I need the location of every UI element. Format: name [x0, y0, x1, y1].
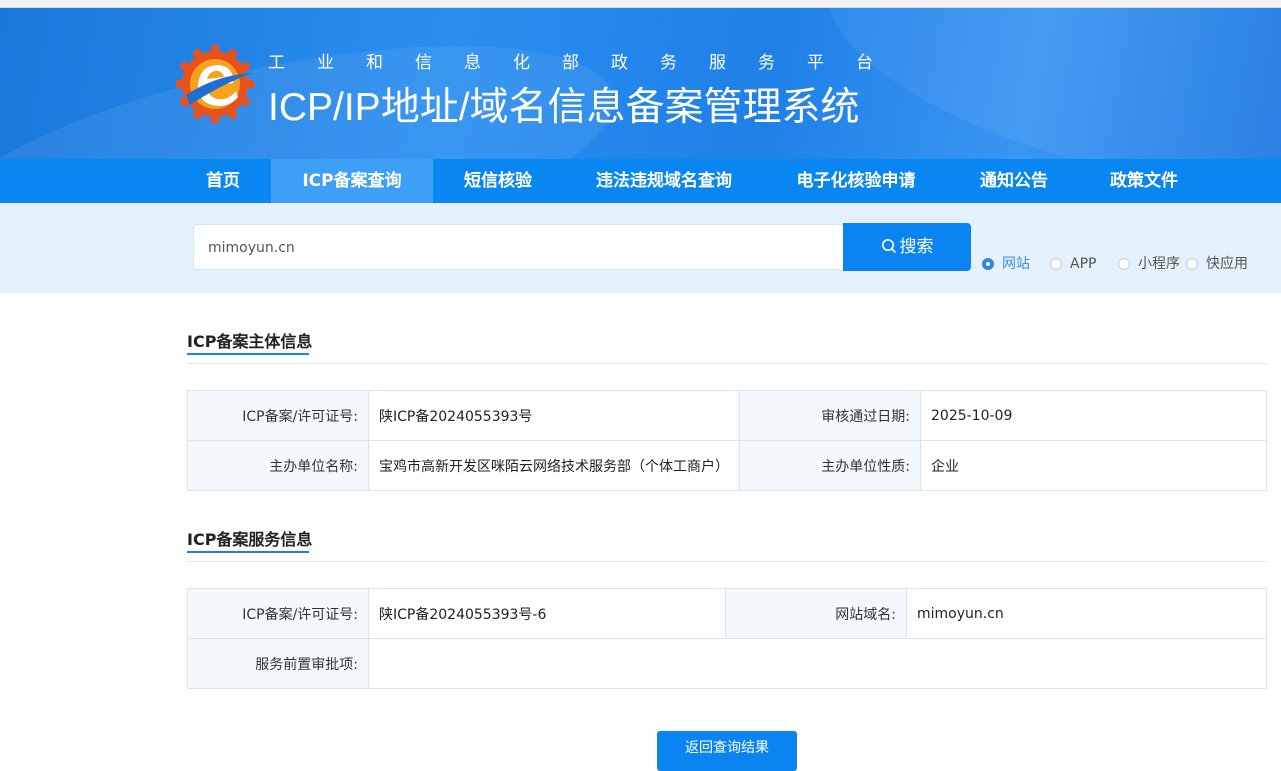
main-nav: 首页 ICP备案查询 短信核验 违法违规域名查询 电子化核验申请 通知公告 政策…: [0, 159, 1281, 203]
nav-item-sms-verify[interactable]: 短信核验: [447, 159, 549, 203]
section-title-subject: ICP备案主体信息: [187, 332, 313, 351]
radio-label: 快应用: [1206, 256, 1248, 272]
table-label-cell: 网站域名:: [725, 588, 907, 639]
radio-type-website[interactable]: 网站: [982, 254, 1030, 274]
miit-logo-icon: [176, 45, 254, 123]
section-divider: [187, 363, 1267, 364]
search-button-label: 搜索: [899, 237, 934, 257]
radio-dot: [982, 258, 994, 270]
search-input[interactable]: mimoyun.cn: [193, 224, 843, 270]
back-to-results-button[interactable]: 返回查询结果: [657, 731, 797, 771]
table-value-cell: 2025-10-09: [920, 390, 1267, 441]
radio-type-app[interactable]: APP: [1050, 254, 1096, 274]
system-title: ICP/IP地址/域名信息备案管理系统: [268, 86, 860, 129]
table-label-cell: 审核通过日期:: [739, 390, 921, 441]
nav-item-e-verify-apply[interactable]: 电子化核验申请: [780, 159, 932, 203]
table-label-cell: ICP备案/许可证号:: [187, 588, 369, 639]
table-label-cell: ICP备案/许可证号:: [187, 390, 369, 441]
table-value-cell: 陕ICP备2024055393号-6: [368, 588, 726, 639]
section-title-underline: [187, 551, 309, 553]
radio-label: 小程序: [1138, 256, 1180, 272]
radio-dot: [1186, 258, 1198, 270]
nav-item-icp-query[interactable]: ICP备案查询: [271, 159, 433, 203]
nav-item-home[interactable]: 首页: [186, 159, 260, 203]
section-divider: [187, 561, 1267, 562]
radio-type-quickapp[interactable]: 快应用: [1186, 254, 1248, 274]
nav-item-policy-docs[interactable]: 政策文件: [1094, 159, 1194, 203]
platform-subtitle: 工业和信息化部政务服务平台: [268, 53, 905, 73]
section-title-underline: [187, 353, 309, 355]
section-title-service: ICP备案服务信息: [187, 530, 313, 549]
table-row: ICP备案/许可证号: 陕ICP备2024055393号 审核通过日期: 202…: [187, 390, 1267, 441]
search-button[interactable]: 搜索: [843, 223, 971, 271]
table-row: 服务前置审批项:: [187, 638, 1267, 689]
table-value-cell: 陕ICP备2024055393号: [368, 390, 740, 441]
table-row: ICP备案/许可证号: 陕ICP备2024055393号-6 网站域名: mim…: [187, 588, 1267, 639]
radio-label: APP: [1070, 256, 1097, 272]
radio-dot: [1050, 258, 1062, 270]
table-label-cell: 主办单位名称:: [187, 440, 369, 491]
table-value-cell: mimoyun.cn: [906, 588, 1267, 639]
header-decoration: [802, 8, 1281, 159]
table-row: 主办单位名称: 宝鸡市高新开发区咪陌云网络技术服务部（个体工商户） 主办单位性质…: [187, 440, 1267, 491]
table-label-cell: 主办单位性质:: [739, 440, 921, 491]
table-value-cell: 企业: [920, 440, 1267, 491]
subject-info-table: ICP备案/许可证号: 陕ICP备2024055393号 审核通过日期: 202…: [187, 390, 1267, 491]
browser-top-strip: [0, 0, 1281, 8]
search-icon: [881, 239, 896, 254]
table-label-cell: 服务前置审批项:: [187, 638, 369, 689]
nav-item-illegal-domain-query[interactable]: 违法违规域名查询: [578, 159, 750, 203]
radio-type-miniprogram[interactable]: 小程序: [1118, 254, 1180, 274]
table-value-cell: [368, 638, 1267, 689]
service-info-table: ICP备案/许可证号: 陕ICP备2024055393号-6 网站域名: mim…: [187, 588, 1267, 689]
table-value-cell: 宝鸡市高新开发区咪陌云网络技术服务部（个体工商户）: [368, 440, 740, 491]
nav-item-notices[interactable]: 通知公告: [964, 159, 1064, 203]
radio-dot: [1118, 258, 1130, 270]
radio-label: 网站: [1002, 256, 1030, 272]
